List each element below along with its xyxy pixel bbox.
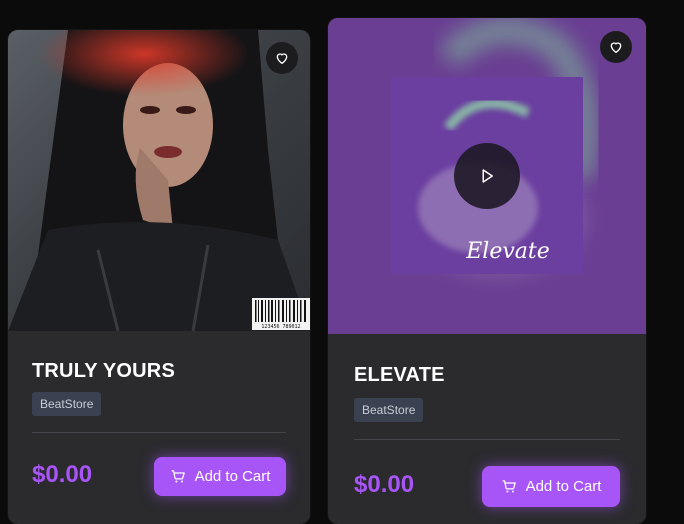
svg-text:Elevate: Elevate xyxy=(465,239,550,264)
product-card-elevate[interactable]: Elevate ELEVATE BeatStore $0.00 Add to C… xyxy=(328,18,646,524)
product-title: ELEVATE xyxy=(354,364,445,386)
cart-icon xyxy=(171,470,185,483)
add-to-cart-button[interactable]: Add to Cart xyxy=(154,457,286,496)
play-icon xyxy=(482,169,493,183)
favorite-button[interactable] xyxy=(266,42,298,74)
play-button[interactable] xyxy=(454,143,520,209)
add-to-cart-label: Add to Cart xyxy=(525,478,602,495)
add-to-cart-button[interactable]: Add to Cart xyxy=(482,466,620,507)
store-badge: BeatStore xyxy=(32,392,102,416)
store-badge: BeatStore xyxy=(354,398,424,422)
heart-icon xyxy=(276,53,288,64)
svg-text:123456 789012: 123456 789012 xyxy=(261,324,300,330)
favorite-button[interactable] xyxy=(600,31,632,63)
divider xyxy=(354,439,620,440)
barcode: 123456 789012 xyxy=(252,298,310,330)
product-artwork[interactable]: 123456 789012 xyxy=(8,30,310,331)
product-title: TRULY YOURS xyxy=(32,360,175,382)
add-to-cart-label: Add to Cart xyxy=(194,468,271,485)
product-card-truly-yours[interactable]: 123456 789012 TRULY YOURS BeatStore $0.0… xyxy=(8,30,310,524)
cart-icon xyxy=(502,480,516,493)
product-artwork[interactable]: Elevate xyxy=(328,18,646,334)
product-price: $0.00 xyxy=(32,461,93,488)
product-price: $0.00 xyxy=(354,471,415,498)
divider xyxy=(32,432,286,433)
heart-icon xyxy=(610,42,622,53)
artwork-image: 123456 789012 xyxy=(8,30,310,331)
